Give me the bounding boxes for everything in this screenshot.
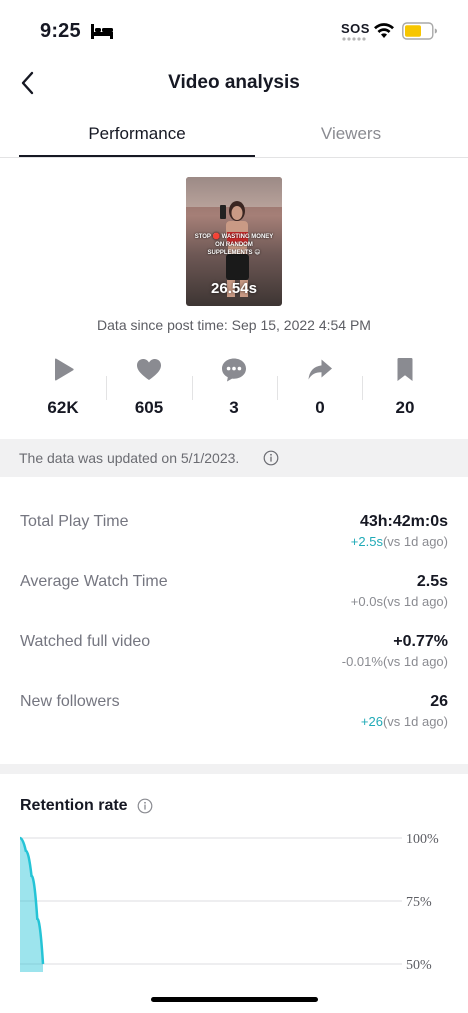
bookmark-icon — [397, 358, 413, 381]
video-duration: 26.54s — [211, 280, 257, 297]
tab-bar: Performance Viewers — [0, 110, 468, 158]
comment-icon — [222, 358, 246, 382]
page-title: Video analysis — [168, 72, 300, 93]
status-time: 9:25 — [40, 20, 81, 42]
header: Video analysis — [0, 60, 468, 106]
home-indicator[interactable] — [151, 997, 318, 1002]
stat-shares-value: 0 — [315, 398, 325, 417]
signal-dots-icon — [342, 37, 366, 41]
y-tick-label: 50% — [406, 958, 432, 973]
y-tick-label: 100% — [406, 832, 439, 847]
share-icon — [308, 359, 332, 380]
metric-delta-suffix: (vs 1d ago) — [382, 654, 448, 669]
info-icon[interactable] — [263, 450, 279, 466]
data-updated-text: The data was updated on 5/1/2023. — [19, 450, 240, 466]
metric-label: Total Play Time — [20, 513, 129, 530]
data-since-text: Data since post time: Sep 15, 2022 4:54 … — [97, 317, 371, 333]
sos-indicator: SOS — [341, 21, 370, 36]
retention-info-icon[interactable] — [137, 798, 153, 814]
tab-viewers[interactable]: Viewers — [234, 124, 468, 144]
stat-favorites-value: 20 — [395, 398, 415, 417]
stat-likes-value: 605 — [134, 398, 164, 417]
retention-chart: 100% 75% 50% — [19, 832, 439, 973]
metric-delta-suffix: (vs 1d ago) — [382, 534, 448, 549]
tab-performance[interactable]: Performance — [20, 124, 254, 144]
data-updated-banner: The data was updated on 5/1/2023. — [0, 439, 468, 477]
metric-value: 26 — [430, 693, 448, 710]
stat-comments-value: 3 — [229, 398, 239, 417]
stat-plays: 62K — [20, 352, 106, 422]
metric-value: 2.5s — [416, 573, 448, 590]
battery-icon — [402, 22, 437, 40]
wifi-icon — [374, 23, 394, 38]
metric-delta-change: +0.0s — [350, 594, 383, 609]
metric-delta: +26(vs 1d ago) — [361, 714, 448, 729]
metric-total-play-time: Total Play Time 43h:42m:0s +2.5s(vs 1d a… — [0, 513, 468, 573]
metric-delta-change: -0.01% — [341, 654, 383, 669]
stat-favorites: 20 — [362, 352, 448, 422]
play-icon — [55, 358, 74, 381]
metric-watched-full-video: Watched full video +0.77% -0.01%(vs 1d a… — [0, 633, 468, 693]
metric-average-watch-time: Average Watch Time 2.5s +0.0s(vs 1d ago) — [0, 573, 468, 633]
metric-delta-suffix: (vs 1d ago) — [382, 594, 448, 609]
metric-delta: +0.0s(vs 1d ago) — [351, 594, 448, 609]
metric-new-followers: New followers 26 +26(vs 1d ago) — [0, 693, 468, 753]
metric-value: 43h:42m:0s — [359, 513, 448, 530]
engagement-stats: 62K 605 3 0 20 — [20, 352, 448, 422]
retention-title: Retention rate — [20, 797, 128, 814]
bed-icon — [91, 24, 113, 39]
metric-delta: -0.01%(vs 1d ago) — [342, 654, 448, 669]
metric-label: Watched full video — [20, 633, 151, 650]
metric-delta: +2.5s(vs 1d ago) — [351, 534, 448, 549]
metric-delta-change: +26 — [360, 714, 383, 729]
status-bar: 9:25 SOS — [0, 0, 468, 62]
stat-likes: 605 — [106, 352, 192, 422]
metric-label: New followers — [20, 693, 120, 710]
metric-label: Average Watch Time — [20, 573, 168, 590]
heart-icon — [137, 359, 161, 380]
metric-value: +0.77% — [393, 633, 448, 650]
retention-area — [20, 838, 43, 972]
y-tick-label: 75% — [406, 895, 432, 910]
metric-delta-change: +2.5s — [350, 534, 383, 549]
section-divider — [0, 764, 468, 774]
stat-comments: 3 — [191, 352, 277, 422]
video-thumbnail[interactable]: STOP 🛑 WASTING MONEY ON RANDOM SUPPLEMEN… — [186, 177, 282, 306]
stat-plays-value: 62K — [47, 398, 79, 417]
thumbnail-caption: STOP 🛑 WASTING MONEY ON RANDOM SUPPLEMEN… — [194, 234, 274, 256]
active-tab-indicator — [19, 155, 255, 157]
metric-delta-suffix: (vs 1d ago) — [382, 714, 448, 729]
stat-shares: 0 — [277, 352, 363, 422]
